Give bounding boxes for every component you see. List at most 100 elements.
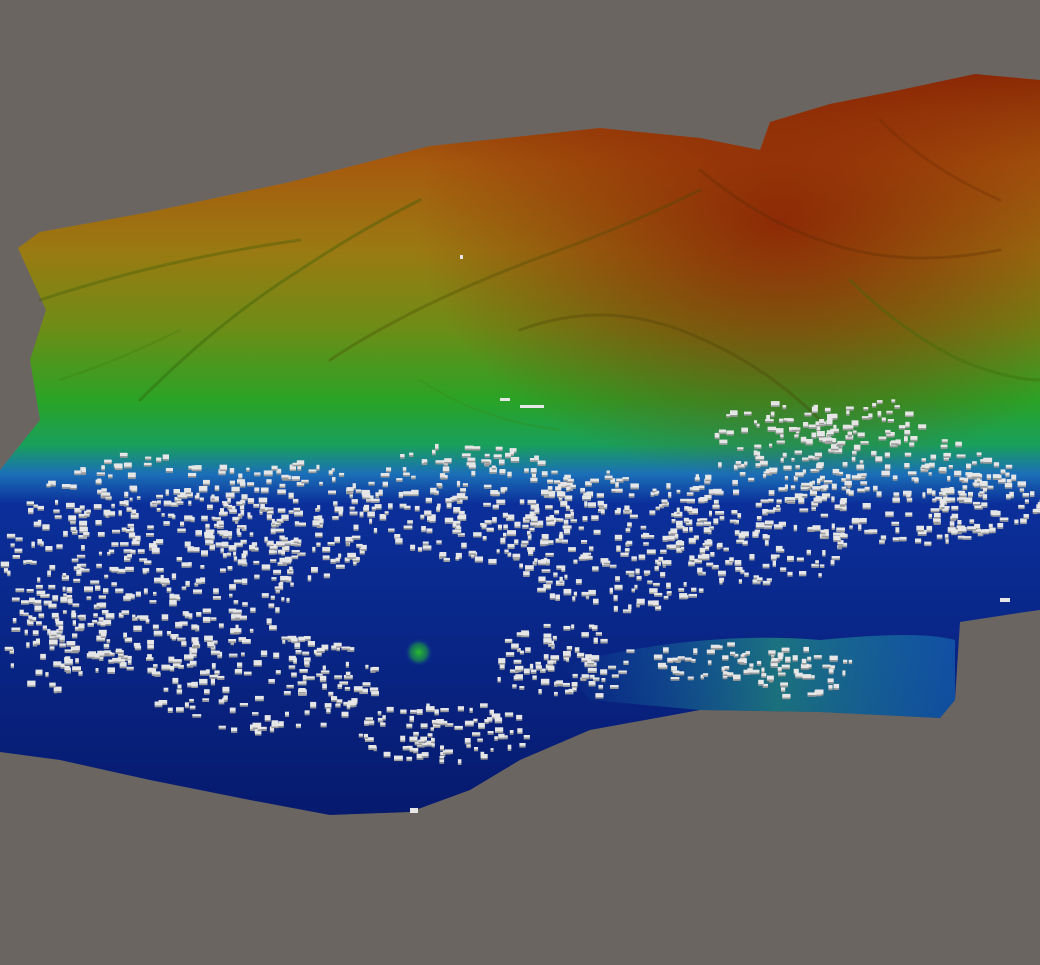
building (298, 688, 306, 693)
building-side (104, 654, 111, 657)
building-side (233, 632, 242, 634)
building-side (819, 566, 825, 568)
building-side (72, 624, 76, 626)
building (668, 491, 672, 497)
building-side (588, 684, 596, 687)
building (361, 544, 367, 550)
building (811, 675, 815, 678)
building (554, 510, 560, 513)
building (473, 532, 482, 536)
building (328, 470, 333, 474)
building-side (297, 554, 306, 557)
building-side (353, 529, 359, 531)
building-side (107, 672, 115, 674)
building (304, 710, 310, 714)
building-side (199, 499, 204, 502)
building-side (169, 598, 174, 600)
building-side (666, 587, 671, 589)
building-side (872, 406, 877, 408)
building (73, 566, 77, 570)
building-side (33, 506, 39, 509)
building-side (636, 603, 645, 606)
building (443, 557, 450, 561)
building (98, 617, 104, 621)
3d-viewport[interactable] (0, 0, 1040, 965)
building-side (272, 526, 276, 528)
building-side (831, 500, 835, 503)
building-side (749, 558, 755, 561)
building (45, 672, 49, 676)
building (252, 712, 259, 715)
building (670, 528, 678, 534)
building-side (876, 402, 883, 405)
building-side (523, 737, 530, 740)
building-side (764, 524, 774, 526)
building (500, 487, 505, 492)
building (784, 484, 788, 489)
building (184, 541, 191, 547)
building (64, 658, 73, 664)
building-side (976, 455, 982, 457)
building-side (755, 506, 762, 508)
building-side (857, 436, 865, 438)
building (181, 586, 187, 589)
building (60, 663, 65, 668)
building (671, 513, 675, 516)
building-side (383, 756, 391, 758)
building-side (713, 523, 719, 525)
building (697, 567, 703, 573)
building-side (372, 670, 379, 672)
building (421, 752, 429, 757)
building-side (156, 543, 164, 545)
building (221, 541, 229, 547)
building (498, 459, 505, 464)
building (827, 678, 834, 683)
building (326, 708, 331, 713)
building (64, 665, 70, 671)
building-side (111, 571, 119, 573)
building-side (462, 485, 468, 487)
building-side (273, 573, 282, 575)
building-side (115, 591, 124, 594)
building-side (806, 553, 811, 556)
building-side (715, 513, 725, 516)
building-side (783, 469, 792, 471)
building-side (257, 729, 267, 731)
building (775, 428, 784, 433)
building (184, 702, 189, 707)
building (687, 498, 695, 502)
building-side (559, 581, 563, 584)
building-side (496, 552, 500, 554)
building-side (954, 475, 962, 477)
building (239, 703, 248, 706)
building (709, 510, 712, 515)
building-side (293, 541, 299, 544)
building-side (349, 496, 353, 499)
building-side (326, 712, 331, 714)
building-side (962, 488, 968, 491)
building (733, 489, 740, 494)
building (147, 644, 154, 649)
building-side (537, 590, 546, 593)
building-side (266, 513, 274, 515)
building-side (205, 527, 210, 530)
building (967, 526, 976, 530)
building (466, 462, 476, 465)
building-side (218, 524, 224, 527)
building (593, 637, 598, 643)
building (473, 718, 478, 722)
building-side (731, 513, 738, 515)
building (504, 735, 508, 738)
building-side (275, 611, 280, 614)
building-side (380, 475, 390, 478)
terrain-scene[interactable] (0, 0, 1040, 965)
building-side (124, 560, 131, 562)
building-side (748, 480, 755, 482)
building-side (439, 723, 448, 726)
building (722, 655, 729, 659)
building-side (600, 513, 605, 515)
building-side (795, 467, 800, 470)
building (240, 539, 247, 543)
building (319, 518, 324, 523)
building-side (210, 500, 219, 503)
